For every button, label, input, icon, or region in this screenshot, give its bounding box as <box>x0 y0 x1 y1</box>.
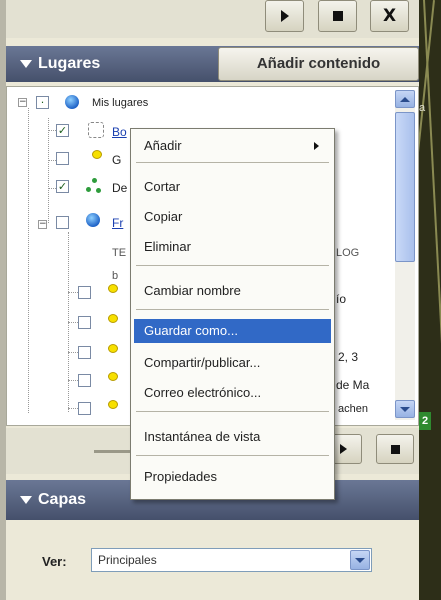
close-button[interactable]: X <box>370 0 409 32</box>
stop-button[interactable] <box>318 0 357 32</box>
menu-item-cut[interactable]: Cortar <box>134 175 331 199</box>
add-content-button[interactable]: Añadir contenido <box>218 47 419 81</box>
tree-item-label: achen <box>338 403 368 415</box>
scroll-up-button[interactable] <box>395 90 415 108</box>
top-toolbar <box>6 0 419 38</box>
chevron-down-icon <box>355 557 365 563</box>
play-icon <box>280 10 289 22</box>
tree-expander[interactable]: − <box>18 98 27 107</box>
tree-checkbox[interactable]: ✓ <box>56 124 69 137</box>
menu-item-add[interactable]: Añadir <box>134 134 331 158</box>
menu-item-copy[interactable]: Copiar <box>134 205 331 229</box>
placemark-icon <box>108 344 118 353</box>
lugares-title: Lugares <box>38 55 101 72</box>
menu-item-snapshot-view[interactable]: Instantánea de vista <box>134 425 331 449</box>
tree-item-label: TE <box>112 247 127 259</box>
placemark-icon <box>108 372 118 381</box>
chevron-down-icon <box>400 406 410 412</box>
stop-tour-button[interactable] <box>376 434 414 464</box>
placemark-icon <box>108 284 118 293</box>
scroll-down-button[interactable] <box>395 400 415 418</box>
map-view[interactable]: a 2 <box>401 0 441 600</box>
globe-icon <box>65 95 79 109</box>
folder-icon <box>88 122 104 138</box>
tree-guide-line <box>48 118 49 223</box>
menu-separator <box>136 309 329 310</box>
tree-guide-line <box>68 380 78 381</box>
tree-item-label: LOG <box>336 247 360 259</box>
capas-title: Capas <box>38 491 87 508</box>
tree-checkbox[interactable] <box>56 152 69 165</box>
collapse-caret-icon[interactable] <box>20 60 32 68</box>
menu-item-properties[interactable]: Propiedades <box>134 465 331 489</box>
network-icon <box>86 178 102 194</box>
menu-separator <box>136 265 329 266</box>
close-icon: X <box>382 6 397 26</box>
tree-checkbox[interactable]: ✓ <box>56 180 69 193</box>
tree-guide-line <box>28 108 29 413</box>
dropdown-button[interactable] <box>350 550 370 570</box>
tree-item-label[interactable]: De <box>112 181 127 195</box>
tree-checkbox[interactable]: · <box>36 96 49 109</box>
map-label: a <box>419 102 426 114</box>
menu-separator <box>136 455 329 456</box>
tree-checkbox[interactable] <box>56 216 69 229</box>
tree-item-label: de Ma <box>336 378 370 392</box>
tree-root-label[interactable]: Mis lugares <box>92 97 148 109</box>
tree-checkbox[interactable] <box>78 286 91 299</box>
collapse-caret-icon[interactable] <box>20 496 32 504</box>
tree-scrollbar[interactable] <box>395 90 415 420</box>
tree-item-label[interactable]: G <box>112 153 121 167</box>
tree-checkbox[interactable] <box>78 374 91 387</box>
submenu-arrow-icon <box>314 142 319 150</box>
menu-item-share[interactable]: Compartir/publicar... <box>134 351 331 375</box>
menu-item-email[interactable]: Correo electrónico... <box>134 381 331 405</box>
context-menu: Añadir Cortar Copiar Eliminar Cambiar no… <box>130 128 335 500</box>
menu-item-rename[interactable]: Cambiar nombre <box>134 279 331 303</box>
placemark-icon <box>92 150 102 159</box>
placemark-icon <box>108 400 118 409</box>
globe-icon <box>86 213 100 227</box>
menu-item-delete[interactable]: Eliminar <box>134 235 331 259</box>
tree-guide-line <box>68 322 78 323</box>
tree-guide-line <box>68 292 78 293</box>
menu-separator <box>136 162 329 163</box>
ver-label: Ver: <box>42 554 67 569</box>
tree-checkbox[interactable] <box>78 402 91 415</box>
tree-item-label: 2, 3 <box>338 350 359 364</box>
scroll-thumb[interactable] <box>395 112 415 262</box>
map-road <box>423 0 441 600</box>
menu-item-save-as[interactable]: Guardar como... <box>134 319 331 343</box>
tree-checkbox[interactable] <box>78 316 91 329</box>
chevron-up-icon <box>400 96 410 102</box>
tree-checkbox[interactable] <box>78 346 91 359</box>
ver-select[interactable]: Principales <box>91 548 372 572</box>
ver-select-value: Principales <box>98 553 157 567</box>
tree-item-label[interactable]: Fr <box>112 216 123 230</box>
play-icon <box>339 444 347 454</box>
tree-item-label[interactable]: Bo <box>112 125 127 139</box>
tree-item-label: ío <box>336 292 347 306</box>
tree-guide-line <box>68 352 78 353</box>
menu-separator <box>136 411 329 412</box>
tree-expander[interactable]: − <box>38 220 47 229</box>
placemark-icon <box>108 314 118 323</box>
map-marker-tab[interactable]: 2 <box>419 412 431 430</box>
play-button[interactable] <box>265 0 304 32</box>
stop-icon <box>390 444 400 454</box>
tree-guide-line <box>68 408 78 409</box>
tree-item-label: b <box>112 270 119 282</box>
stop-icon <box>332 11 343 21</box>
